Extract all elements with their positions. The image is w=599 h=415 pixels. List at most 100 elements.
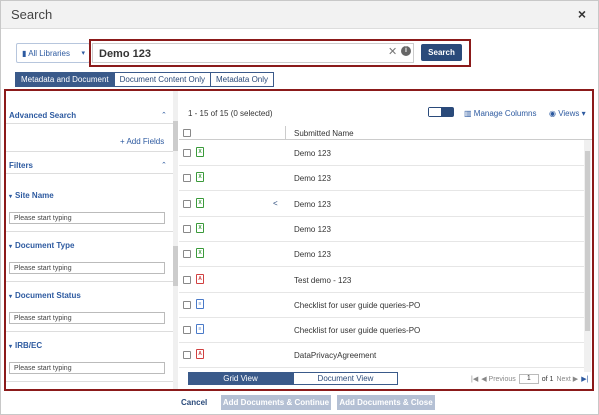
divider (6, 151, 173, 152)
chevron-up-icon[interactable]: ⌃ (161, 161, 167, 169)
add-documents-close-button[interactable]: Add Documents & Close (337, 395, 435, 410)
row-checkbox[interactable] (183, 326, 191, 335)
divider (6, 231, 173, 232)
manage-columns-button[interactable]: ▥ Manage Columns (464, 109, 536, 118)
divider (6, 173, 173, 174)
next-page-button[interactable]: Next ▶ (556, 375, 578, 383)
row-checkbox[interactable] (183, 224, 191, 233)
grid-layout-icon[interactable] (429, 108, 441, 116)
layout-toggle[interactable] (428, 107, 454, 117)
plus-icon: + (120, 137, 125, 146)
filter-label[interactable]: ▾ Site Name (9, 191, 54, 200)
filter-input[interactable]: Please start typing (9, 312, 165, 324)
grid-view-button[interactable]: Grid View (188, 372, 293, 385)
search-input[interactable]: Demo 123 (92, 43, 414, 63)
mode-tab-0[interactable]: Metadata and Document (15, 72, 115, 87)
search-mode-tabs: Metadata and Document Document Content On… (15, 72, 275, 87)
filter-input[interactable]: Please start typing (9, 362, 165, 374)
document-view-button[interactable]: Document View (293, 372, 398, 385)
page-number-input[interactable]: 1 (518, 374, 539, 384)
divider (6, 381, 173, 382)
column-header-submitted-name[interactable]: Submitted Name (294, 129, 354, 138)
row-checkbox[interactable] (183, 351, 191, 360)
list-layout-icon[interactable] (441, 108, 453, 116)
last-page-icon[interactable]: ▶| (581, 375, 588, 383)
row-submitted-name[interactable]: DataPrivacyAgreement (294, 351, 376, 360)
caret-down-icon: ▾ (9, 194, 13, 200)
views-dropdown[interactable]: ◉ Views ▾ (549, 109, 586, 118)
row-checkbox[interactable] (183, 199, 191, 208)
left-scrollbar-thumb-lower[interactable] (173, 246, 178, 286)
row-submitted-name[interactable]: Demo 123 (294, 149, 331, 158)
mode-tab-1[interactable]: Document Content Only (113, 72, 211, 87)
filter-label-text: Site Name (15, 191, 54, 200)
row-checkbox[interactable] (183, 174, 191, 183)
column-divider (285, 126, 286, 140)
row-submitted-name[interactable]: Checklist for user guide queries-PO (294, 301, 420, 310)
share-icon[interactable]: < (273, 199, 278, 208)
row-submitted-name[interactable]: Test demo - 123 (294, 276, 351, 285)
eye-icon: ◉ (549, 109, 559, 118)
add-documents-continue-button[interactable]: Add Documents & Continue (221, 395, 331, 410)
divider (6, 281, 173, 282)
table-row[interactable]: A DataPrivacyAgreement (179, 343, 584, 369)
filter-label[interactable]: ▾ Document Status (9, 291, 81, 300)
table-row[interactable]: X Demo 123 (179, 217, 584, 242)
row-submitted-name[interactable]: Demo 123 (294, 250, 331, 259)
results-panel: 1 - 15 of 15 (0 selected) ▥ Manage Colum… (179, 91, 592, 389)
row-submitted-name[interactable]: Demo 123 (294, 200, 331, 209)
filter-label[interactable]: ▾ Document Type (9, 241, 74, 250)
table-row[interactable]: ≡ Checklist for user guide queries-PO (179, 293, 584, 318)
table-row[interactable]: X Demo 123 (179, 242, 584, 268)
row-submitted-name[interactable]: Demo 123 (294, 174, 331, 183)
table-row[interactable]: ≡ Checklist for user guide queries-PO (179, 318, 584, 344)
doc-file-icon: ≡ (196, 298, 204, 309)
add-fields-button[interactable]: + Add Fields (120, 137, 164, 146)
first-page-icon[interactable]: |◀ (471, 375, 478, 383)
previous-page-button[interactable]: ◀ Previous (481, 375, 516, 383)
library-dropdown[interactable]: ▮ All Libraries ▾ (16, 43, 90, 63)
table-row[interactable]: X Demo 123 (179, 166, 584, 192)
filter-input[interactable]: Please start typing (9, 212, 165, 224)
pdf-file-icon: A (196, 349, 204, 360)
caret-down-icon: ▾ (9, 344, 13, 350)
divider (6, 123, 173, 124)
filter-label-text: Document Status (15, 291, 81, 300)
table-row[interactable]: X Demo 123 (179, 141, 584, 166)
mode-tab-2[interactable]: Metadata Only (209, 72, 275, 87)
view-switch: Grid View Document View (188, 372, 398, 385)
close-icon[interactable]: × (578, 6, 586, 22)
table-row[interactable]: A Test demo - 123 (179, 268, 584, 293)
cancel-button[interactable]: Cancel (181, 398, 207, 407)
row-submitted-name[interactable]: Checklist for user guide queries-PO (294, 326, 420, 335)
select-all-checkbox[interactable] (183, 129, 191, 137)
caret-down-icon: ▾ (9, 244, 13, 250)
row-checkbox[interactable] (183, 250, 191, 259)
info-icon[interactable]: i (401, 46, 411, 56)
xls-file-icon: X (196, 248, 204, 259)
caret-down-icon: ▾ (9, 294, 13, 300)
filter-input[interactable]: Please start typing (9, 262, 165, 274)
xls-file-icon: X (196, 172, 204, 183)
row-checkbox[interactable] (183, 300, 191, 309)
clear-icon[interactable]: ✕ (388, 45, 397, 58)
row-checkbox[interactable] (183, 149, 191, 157)
results-scrollbar-thumb[interactable] (585, 151, 590, 331)
pdf-file-icon: A (196, 273, 204, 284)
filter-label-text: Document Type (15, 241, 75, 250)
filter-label-text: IRB/EC (15, 341, 43, 350)
table-row[interactable]: X < Demo 123 (179, 192, 584, 217)
xls-file-icon: X (196, 197, 204, 208)
manage-columns-label: Manage Columns (473, 109, 537, 118)
xls-file-icon: X (196, 222, 204, 233)
search-button[interactable]: Search (421, 44, 462, 61)
columns-icon: ▥ (464, 109, 474, 118)
modal-header: Search × (1, 1, 598, 29)
chevron-up-icon[interactable]: ⌃ (161, 111, 167, 119)
chevron-down-icon: ▾ (81, 50, 85, 57)
left-scrollbar-thumb[interactable] (173, 121, 178, 151)
filter-label[interactable]: ▾ IRB/EC (9, 341, 42, 350)
row-checkbox[interactable] (183, 275, 191, 284)
table-header (179, 126, 592, 140)
row-submitted-name[interactable]: Demo 123 (294, 225, 331, 234)
